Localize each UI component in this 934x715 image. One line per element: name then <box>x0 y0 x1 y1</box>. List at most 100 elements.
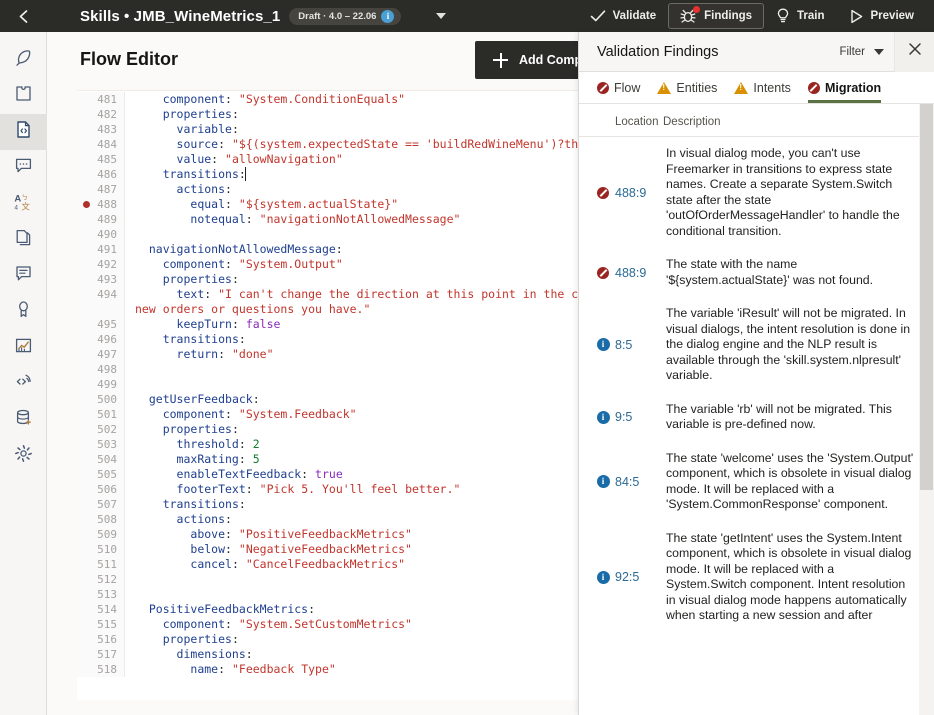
preview-button[interactable]: Preview <box>837 3 926 29</box>
back-button[interactable] <box>0 0 46 32</box>
line-number: 518 <box>77 662 125 677</box>
line-number: 481 <box>77 92 125 107</box>
line-number: 493 <box>77 272 125 287</box>
svg-text:ㄅ: ㄅ <box>21 193 28 201</box>
finding-description: The state with the name '${system.actual… <box>663 257 920 288</box>
validate-label: Validate <box>613 10 656 22</box>
chevron-down-icon <box>436 13 446 19</box>
info-icon: i <box>597 338 610 351</box>
sidebar-item-settings[interactable] <box>0 438 47 474</box>
finding-description: The state 'getIntent' uses the System.In… <box>663 531 920 624</box>
line-number: 489 <box>77 212 125 227</box>
train-button[interactable]: Train <box>764 3 836 29</box>
findings-scrollbar[interactable] <box>919 104 934 715</box>
tab-entities[interactable]: Entities <box>657 81 717 103</box>
findings-panel-title: Validation Findings <box>597 44 718 60</box>
settings-gear-icon <box>14 444 33 468</box>
findings-scrollbar-thumb[interactable] <box>920 104 933 490</box>
line-number: 495 <box>77 317 125 332</box>
sidebar-item-puzzle[interactable] <box>0 78 47 114</box>
findings-panel-header: Validation Findings Filter <box>579 32 934 72</box>
findings-count-badge <box>693 6 700 13</box>
finding-severity: i <box>579 475 615 488</box>
sidebar-item-chat[interactable] <box>0 150 47 186</box>
findings-label: Findings <box>704 10 752 22</box>
line-number: 484 <box>77 137 125 152</box>
bug-icon <box>680 8 697 24</box>
line-number: 486 <box>77 167 125 182</box>
top-header-bar: Skills • JMB_WineMetrics_1 Draft · 4.0 –… <box>0 0 934 32</box>
left-icon-rail: A ㄅ 4 文 <box>0 32 47 715</box>
filter-label: Filter <box>839 46 865 58</box>
sidebar-item-api[interactable] <box>0 366 47 402</box>
line-number: 509 <box>77 527 125 542</box>
app-root: Skills • JMB_WineMetrics_1 Draft · 4.0 –… <box>0 0 934 715</box>
finding-row[interactable]: i9:5The variable 'rb' will not be migrat… <box>579 393 934 442</box>
sidebar-item-insights[interactable] <box>0 330 47 366</box>
finding-description: The state 'welcome' uses the 'System.Out… <box>663 451 920 513</box>
line-number: 488 <box>77 197 125 212</box>
status-badge[interactable]: Draft · 4.0 – 22.06 i <box>289 8 401 25</box>
chat-bubble-icon <box>14 156 33 180</box>
close-panel-button[interactable] <box>894 32 934 72</box>
version-dropdown-button[interactable] <box>428 3 454 29</box>
translate-icon: A ㄅ 4 文 <box>14 192 34 216</box>
finding-row[interactable]: i8:5The variable 'iResult' will not be m… <box>579 297 934 393</box>
line-number: 490 <box>77 227 125 242</box>
info-icon: i <box>597 475 610 488</box>
line-number: 504 <box>77 452 125 467</box>
filter-dropdown[interactable]: Filter <box>829 32 894 72</box>
sidebar-item-documents[interactable] <box>0 222 47 258</box>
chevron-down-icon <box>874 49 884 55</box>
finding-row[interactable]: i 84:5The state 'welcome' uses the 'Syste… <box>579 442 934 522</box>
finding-location[interactable]: 8:5 <box>615 338 663 352</box>
finding-severity: i <box>579 338 615 351</box>
finding-severity <box>579 187 615 199</box>
page-title: Skills • JMB_WineMetrics_1 <box>80 8 280 25</box>
warning-icon <box>657 82 671 94</box>
tab-migration[interactable]: Migration <box>808 81 881 103</box>
tab-label: Flow <box>614 81 640 95</box>
findings-list-body[interactable]: Location Description 488:9In visual dial… <box>579 104 934 715</box>
validate-button[interactable]: Validate <box>578 3 668 29</box>
svg-text:4: 4 <box>14 205 18 211</box>
finding-location[interactable]: 84:5 <box>615 475 663 489</box>
finding-row[interactable]: 488:9In visual dialog mode, you can't us… <box>579 137 934 248</box>
chevron-left-icon <box>17 9 30 24</box>
sidebar-item-quality[interactable] <box>0 294 47 330</box>
line-number: 494 <box>77 287 125 317</box>
line-number: 508 <box>77 512 125 527</box>
database-add-icon <box>14 408 33 432</box>
finding-row[interactable]: i92:5The state 'getIntent' uses the Syst… <box>579 522 934 633</box>
train-label: Train <box>797 10 824 22</box>
sidebar-item-feather[interactable] <box>0 42 47 78</box>
line-number: 515 <box>77 617 125 632</box>
findings-tab-list: Flow Entities Intents Migration <box>579 72 934 104</box>
info-icon[interactable]: i <box>381 10 394 23</box>
sidebar-item-data[interactable] <box>0 402 47 438</box>
puzzle-piece-icon <box>14 84 33 108</box>
finding-location[interactable]: 488:9 <box>615 266 663 280</box>
error-marker-icon <box>83 201 90 208</box>
finding-location[interactable]: 92:5 <box>615 570 663 584</box>
close-icon <box>908 42 922 61</box>
finding-description: The variable 'rb' will not be migrated. … <box>663 402 920 433</box>
line-number: 485 <box>77 152 125 167</box>
line-number: 517 <box>77 647 125 662</box>
sidebar-item-chat-list[interactable] <box>0 258 47 294</box>
tab-intents[interactable]: Intents <box>734 81 791 103</box>
sidebar-item-flow-editor[interactable] <box>0 114 47 150</box>
line-number: 498 <box>77 362 125 377</box>
line-number: 487 <box>77 182 125 197</box>
finding-location[interactable]: 488:9 <box>615 186 663 200</box>
line-number: 510 <box>77 542 125 557</box>
finding-row[interactable]: 488:9The state with the name '${system.a… <box>579 248 934 297</box>
finding-severity <box>579 267 615 279</box>
feather-icon <box>14 48 33 72</box>
sidebar-item-translate[interactable]: A ㄅ 4 文 <box>0 186 47 222</box>
svg-text:A: A <box>14 194 21 205</box>
preview-label: Preview <box>871 10 914 22</box>
findings-button[interactable]: Findings <box>668 3 764 29</box>
tab-flow[interactable]: Flow <box>597 81 640 103</box>
finding-location[interactable]: 9:5 <box>615 410 663 424</box>
